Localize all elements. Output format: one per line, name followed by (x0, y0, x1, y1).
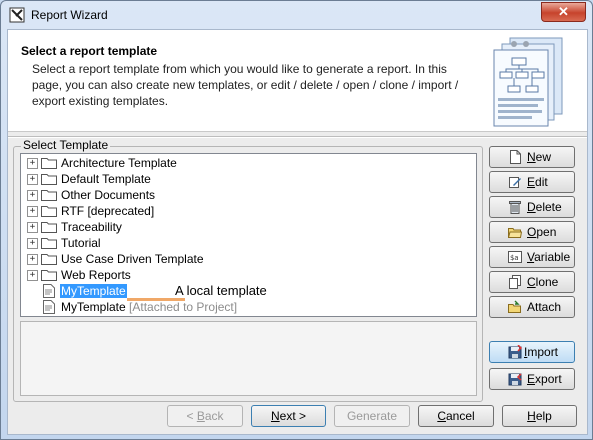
import-button[interactable]: Import (489, 341, 575, 363)
trash-icon (509, 201, 521, 214)
edit-button[interactable]: Edit (489, 171, 575, 193)
variable-button[interactable]: $a Variable (489, 246, 575, 268)
report-documents-icon (493, 37, 563, 127)
export-button[interactable]: Export (489, 368, 575, 390)
delete-button-label: Delete (527, 200, 562, 214)
delete-button[interactable]: Delete (489, 196, 575, 218)
select-template-label: Select Template (21, 138, 111, 152)
attached-suffix: [Attached to Project] (129, 300, 238, 314)
folder-icon (41, 206, 57, 217)
tree-folder-architecture[interactable]: + Architecture Template (21, 155, 461, 171)
help-button[interactable]: Help (502, 405, 577, 427)
tree-folder-other-documents[interactable]: + Other Documents (21, 187, 461, 203)
tree-folder-default[interactable]: + Default Template (21, 171, 461, 187)
variable-button-label: Variable (527, 250, 571, 264)
folder-icon (41, 158, 57, 169)
variable-icon: $a (508, 251, 522, 263)
tree-item-label: MyTemplate (60, 284, 127, 298)
export-button-label: Export (527, 372, 562, 386)
template-name: MyTemplate (61, 300, 126, 314)
tree-folder-traceability[interactable]: + Traceability (21, 219, 461, 235)
expand-icon[interactable]: + (27, 238, 38, 249)
tree-folder-use-case[interactable]: + Use Case Driven Template (21, 251, 461, 267)
template-description-box (20, 321, 477, 396)
annotation-line (127, 298, 185, 301)
new-button-label: New (527, 150, 552, 164)
tree-item-label: Other Documents (61, 188, 156, 202)
export-icon (508, 373, 522, 386)
folder-icon (41, 238, 57, 249)
edit-button-label: Edit (527, 175, 548, 189)
expand-icon[interactable]: + (27, 206, 38, 217)
attach-button-label: Attach (527, 300, 562, 314)
tree-folder-web-reports[interactable]: + Web Reports (21, 267, 461, 283)
folder-icon (41, 174, 57, 185)
tree-item-label: Web Reports (61, 268, 131, 282)
close-icon: ✕ (558, 4, 569, 19)
expand-icon[interactable]: + (27, 158, 38, 169)
generate-button[interactable]: Generate (334, 405, 410, 427)
close-button[interactable]: ✕ (541, 2, 586, 22)
page-description: Select a report template from which you … (32, 62, 459, 108)
expand-icon[interactable]: + (27, 254, 38, 265)
import-icon (508, 345, 522, 359)
edit-pencil-icon (509, 177, 521, 188)
tree-item-label: Use Case Driven Template (61, 252, 204, 266)
folder-icon (41, 270, 57, 281)
tree-item-label: MyTemplate [Attached to Project] (61, 300, 237, 314)
title-bar: Report Wizard ✕ (1, 1, 592, 29)
clone-button-label: Clone (527, 275, 559, 289)
report-wizard-window: Report Wizard ✕ Select a report template… (0, 0, 593, 440)
template-file-icon (43, 284, 55, 298)
back-button[interactable]: < Back (167, 405, 243, 427)
cancel-button[interactable]: Cancel (418, 405, 494, 427)
open-button-label: Open (527, 225, 557, 239)
app-icon (9, 7, 25, 23)
open-folder-icon (508, 228, 522, 238)
tree-item-label: Architecture Template (61, 156, 177, 170)
template-file-icon (43, 300, 55, 314)
new-document-icon (510, 150, 521, 164)
tree-template-attached[interactable]: MyTemplate [Attached to Project] (21, 299, 461, 315)
new-button[interactable]: New (489, 146, 575, 168)
attach-icon (508, 300, 521, 313)
clone-icon (509, 275, 521, 289)
open-button[interactable]: Open (489, 221, 575, 243)
expand-icon[interactable]: + (27, 174, 38, 185)
wizard-header: Select a report template Select a report… (8, 30, 587, 132)
expand-icon[interactable]: + (27, 222, 38, 233)
expand-icon[interactable]: + (27, 270, 38, 281)
window-title: Report Wizard (31, 8, 108, 22)
annotation-label: A local template (175, 283, 267, 298)
clone-button[interactable]: Clone (489, 271, 575, 293)
tree-folder-rtf[interactable]: + RTF [deprecated] (21, 203, 461, 219)
tree-item-label: Traceability (61, 220, 122, 234)
folder-icon (41, 254, 57, 265)
tree-item-label: RTF [deprecated] (61, 204, 155, 218)
next-button[interactable]: Next > (251, 405, 326, 427)
folder-icon (41, 222, 57, 233)
svg-text:$a: $a (510, 254, 518, 262)
import-button-label: Import (524, 345, 559, 359)
folder-icon (41, 190, 57, 201)
tree-item-label: Default Template (61, 172, 151, 186)
wizard-body: Select a report template Select a report… (7, 29, 588, 435)
tree-item-label: Tutorial (61, 236, 101, 250)
attach-button[interactable]: Attach (489, 296, 575, 318)
expand-icon[interactable]: + (27, 190, 38, 201)
tree-folder-tutorial[interactable]: + Tutorial (21, 235, 461, 251)
page-title: Select a report template (21, 44, 158, 58)
